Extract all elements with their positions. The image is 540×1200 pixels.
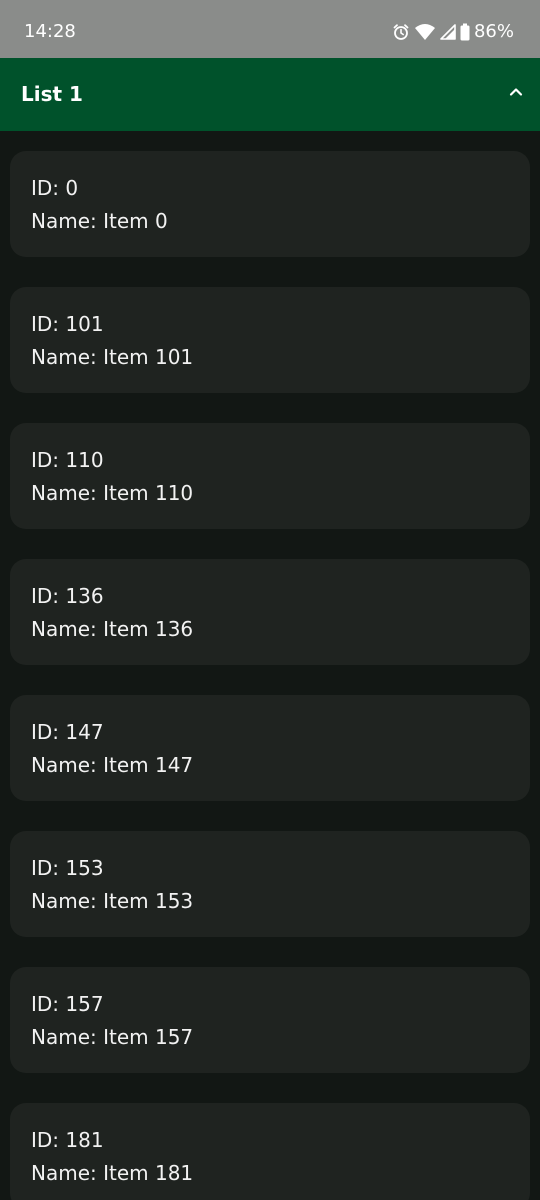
item-name: Name: Item 101 (31, 345, 194, 369)
list-header[interactable]: List 1 (0, 58, 540, 131)
item-name: Name: Item 0 (31, 209, 168, 233)
item-id: ID: 181 (31, 1128, 104, 1152)
item-id: ID: 101 (31, 312, 104, 336)
item-id: ID: 147 (31, 720, 104, 744)
alarm-icon (392, 23, 410, 41)
status-bar: 14:28 86% (0, 0, 540, 58)
list-item[interactable]: ID: 147 Name: Item 147 (10, 695, 530, 801)
list-item[interactable]: ID: 153 Name: Item 153 (10, 831, 530, 937)
item-name: Name: Item 153 (31, 889, 194, 913)
item-name: Name: Item 157 (31, 1025, 194, 1049)
list-item[interactable]: ID: 0 Name: Item 0 (10, 151, 530, 257)
collapse-button[interactable] (498, 76, 534, 112)
item-id: ID: 136 (31, 584, 104, 608)
list-item[interactable]: ID: 157 Name: Item 157 (10, 967, 530, 1073)
signal-icon (440, 23, 456, 41)
chevron-up-icon (508, 84, 524, 104)
status-icons: 86% (392, 20, 514, 44)
item-name: Name: Item 147 (31, 753, 194, 777)
list-item[interactable]: ID: 136 Name: Item 136 (10, 559, 530, 665)
item-list[interactable]: ID: 0 Name: Item 0 ID: 101 Name: Item 10… (0, 131, 540, 1200)
battery-percent: 86% (473, 21, 514, 42)
item-id: ID: 157 (31, 992, 104, 1016)
item-name: Name: Item 136 (31, 617, 194, 641)
wifi-icon (414, 23, 436, 41)
battery-icon (460, 23, 470, 41)
list-item[interactable]: ID: 181 Name: Item 181 (10, 1103, 530, 1200)
item-name: Name: Item 110 (31, 481, 194, 505)
item-id: ID: 0 (31, 176, 79, 200)
item-name: Name: Item 181 (31, 1161, 194, 1185)
item-id: ID: 110 (31, 448, 104, 472)
status-time: 14:28 (24, 21, 76, 42)
list-item[interactable]: ID: 110 Name: Item 110 (10, 423, 530, 529)
list-title: List 1 (21, 82, 83, 106)
item-id: ID: 153 (31, 856, 104, 880)
list-item[interactable]: ID: 101 Name: Item 101 (10, 287, 530, 393)
